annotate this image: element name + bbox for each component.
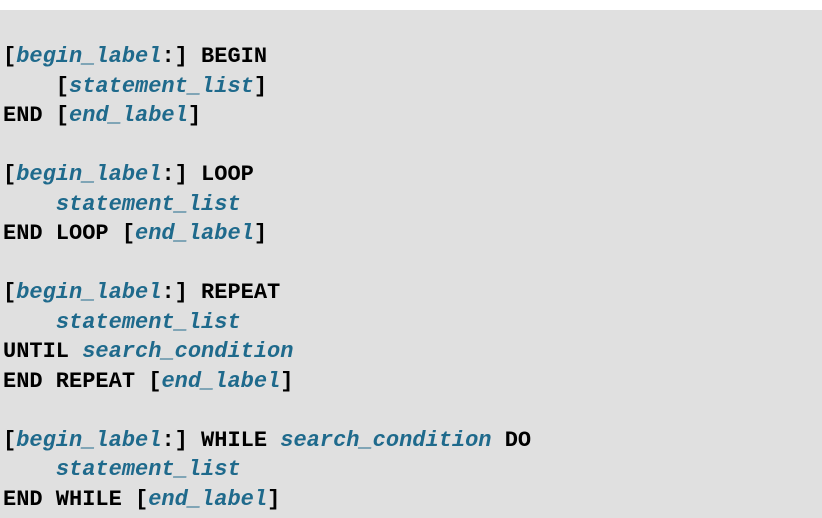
code-line: [begin_label:] BEGIN	[3, 42, 822, 72]
code-line: [begin_label:] LOOP	[3, 160, 822, 190]
keyword-token	[3, 192, 56, 217]
keyword-token: [	[3, 162, 17, 187]
placeholder-token: search_condition	[82, 339, 294, 364]
keyword-token: END [	[3, 103, 70, 128]
placeholder-token: begin_label	[16, 162, 162, 187]
placeholder-token: begin_label	[16, 427, 162, 453]
keyword-token: END REPEAT [	[3, 368, 162, 394]
placeholder-token: end_label	[135, 221, 254, 246]
code-line: END WHILE [end_label]	[3, 485, 822, 515]
code-line: [statement_list]	[3, 72, 822, 102]
keyword-token: ]	[267, 486, 281, 512]
keyword-token: ]	[253, 221, 268, 246]
placeholder-token: statement_list	[55, 457, 241, 482]
keyword-token: ]	[280, 368, 294, 394]
placeholder-token: statement_list	[55, 191, 241, 217]
keyword-token: :] BEGIN	[161, 44, 268, 69]
keyword-token: UNTIL	[3, 339, 83, 364]
code-line: statement_list	[3, 190, 822, 220]
code-line: END [end_label]	[3, 101, 822, 131]
keyword-token: [	[3, 280, 17, 305]
placeholder-token: statement_list	[69, 73, 254, 99]
placeholder-token: end_label	[161, 368, 281, 394]
keyword-token	[3, 457, 56, 482]
code-line: [begin_label:] REPEAT	[3, 278, 822, 308]
keyword-token: :] WHILE	[161, 427, 281, 453]
keyword-token: ]	[253, 73, 268, 99]
code-block: [begin_label:] BEGIN [statement_list] END…	[0, 10, 822, 518]
placeholder-token: end_label	[69, 103, 188, 128]
keyword-token: :] REPEAT	[161, 280, 281, 305]
code-line: [begin_label:] WHILE search_condition DO	[3, 426, 822, 456]
keyword-token: [	[3, 427, 17, 453]
placeholder-token: statement_list	[55, 309, 241, 335]
keyword-token: END LOOP [	[3, 221, 136, 246]
code-line: END REPEAT [end_label]	[3, 367, 822, 397]
code-line: statement_list	[3, 308, 822, 338]
code-line: END LOOP [end_label]	[3, 219, 822, 249]
keyword-token: DO	[491, 427, 532, 453]
code-line: UNTIL search_condition	[3, 337, 822, 367]
keyword-token: END WHILE [	[3, 486, 149, 512]
placeholder-token: search_condition	[280, 427, 492, 453]
placeholder-token: begin_label	[16, 280, 162, 305]
code-line: statement_list	[3, 455, 822, 485]
placeholder-token: begin_label	[16, 44, 162, 69]
keyword-token: ]	[187, 103, 202, 128]
keyword-token: :] LOOP	[161, 162, 254, 187]
keyword-token: [	[3, 73, 70, 99]
keyword-token: [	[3, 44, 17, 69]
keyword-token	[3, 310, 56, 335]
placeholder-token: end_label	[148, 486, 268, 512]
